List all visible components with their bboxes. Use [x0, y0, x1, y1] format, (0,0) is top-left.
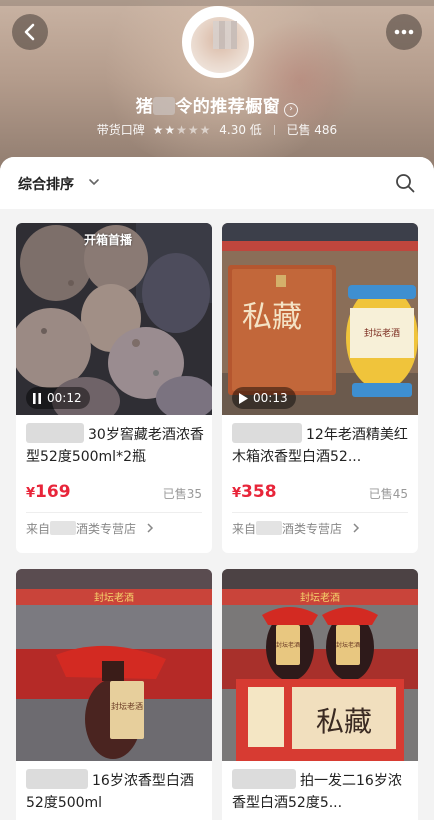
video-duration: 00:12	[26, 387, 90, 409]
chevron-left-icon	[24, 23, 35, 41]
product-video-thumbnail[interactable]: 开箱首播 00:12	[16, 223, 212, 415]
product-video-thumbnail[interactable]: 私藏 封坛老酒 00:13	[222, 223, 418, 415]
divider	[232, 512, 408, 513]
wine-bottle-image: 封坛老酒 封坛老酒	[16, 569, 212, 761]
back-button[interactable]	[12, 14, 48, 50]
product-title[interactable]: 16岁浓香型白酒52度500ml	[26, 769, 206, 814]
product-card[interactable]: 开箱首播 00:12 30岁窖藏老酒浓香型52度500ml*2瓶 ¥169 已售…	[16, 223, 212, 553]
bottle-label-text: 封坛老酒	[111, 701, 143, 711]
rating-label: 带货口碑	[96, 123, 145, 137]
product-card[interactable]: 封坛老酒 封坛老酒 16岁浓香型白酒52度500ml	[16, 569, 212, 820]
avatar[interactable]	[182, 6, 254, 78]
product-title[interactable]: 30岁窖藏老酒浓香型52度500ml*2瓶	[26, 423, 206, 468]
video-badge: 开箱首播	[84, 233, 133, 247]
banner-text: 封坛老酒	[94, 591, 134, 604]
product-sheet: 综合排序 开箱首播 00:12 30岁窖藏老酒浓香型52度500ml*2瓶 ¥1…	[0, 157, 434, 820]
product-title[interactable]: 12年老酒精美红木箱浓香型白酒52...	[232, 423, 412, 468]
rating-stars: ★★★★★	[152, 123, 212, 137]
store-link[interactable]: 来自 酒类专营店	[26, 520, 154, 537]
search-icon[interactable]	[394, 172, 416, 194]
redacted-text	[232, 769, 296, 789]
chevron-down-icon[interactable]	[88, 176, 100, 188]
redacted-text	[26, 423, 84, 443]
divider	[273, 125, 275, 135]
box-brand-text: 私藏	[242, 300, 302, 335]
rating-value: 4.30 低	[219, 123, 262, 137]
jar-label-text: 封坛老酒	[364, 327, 400, 339]
product-sold-count: 已售35	[162, 487, 202, 501]
chevron-right-circle-icon: ›	[284, 103, 299, 117]
shop-header: 猪令的推荐橱窗 › 带货口碑 ★★★★★ 4.30 低 已售 486	[0, 0, 434, 175]
sold-count: 已售 486	[286, 123, 338, 137]
product-price: ¥169	[26, 482, 71, 502]
redacted-text	[153, 97, 176, 115]
more-button[interactable]	[386, 14, 422, 50]
play-icon	[239, 392, 248, 404]
sort-dropdown[interactable]: 综合排序	[18, 174, 74, 194]
sort-bar: 综合排序	[0, 157, 434, 209]
wine-gift-set-image: 封坛老酒 封坛老酒 封坛老酒 私藏	[222, 569, 418, 761]
bottle-label-text: 封坛老酒	[276, 641, 300, 649]
product-title[interactable]: 拍一发二16岁浓香型白酒52度5...	[232, 769, 412, 814]
product-sold-count: 已售45	[368, 487, 408, 501]
redacted-text	[26, 769, 88, 789]
product-card[interactable]: 封坛老酒 封坛老酒 封坛老酒 私藏 拍一发二16岁浓香型白酒52度5...	[222, 569, 418, 820]
shop-rating-row: 带货口碑 ★★★★★ 4.30 低 已售 486	[0, 121, 434, 138]
video-duration: 00:13	[232, 387, 296, 409]
redacted-text	[50, 521, 77, 535]
product-thumbnail[interactable]: 封坛老酒 封坛老酒	[16, 569, 212, 761]
pause-icon	[33, 392, 41, 404]
product-card[interactable]: 私藏 封坛老酒 00:13 12年老酒精美红木箱浓香型白酒52... ¥358 …	[222, 223, 418, 553]
avatar-mosaic	[213, 21, 237, 49]
shop-title[interactable]: 猪令的推荐橱窗 ›	[0, 92, 434, 117]
store-link[interactable]: 来自 酒类专营店	[232, 520, 360, 537]
box-brand-text: 私藏	[316, 705, 372, 738]
bottle-label-text: 封坛老酒	[336, 641, 360, 649]
chevron-right-icon	[353, 523, 359, 533]
more-dots-icon	[394, 29, 414, 35]
redacted-text	[256, 521, 283, 535]
divider	[26, 512, 202, 513]
product-thumbnail[interactable]: 封坛老酒 封坛老酒 封坛老酒 私藏	[222, 569, 418, 761]
chevron-right-icon	[147, 523, 153, 533]
banner-text: 封坛老酒	[300, 591, 340, 604]
product-price: ¥358	[232, 482, 277, 502]
redacted-text	[232, 423, 302, 443]
